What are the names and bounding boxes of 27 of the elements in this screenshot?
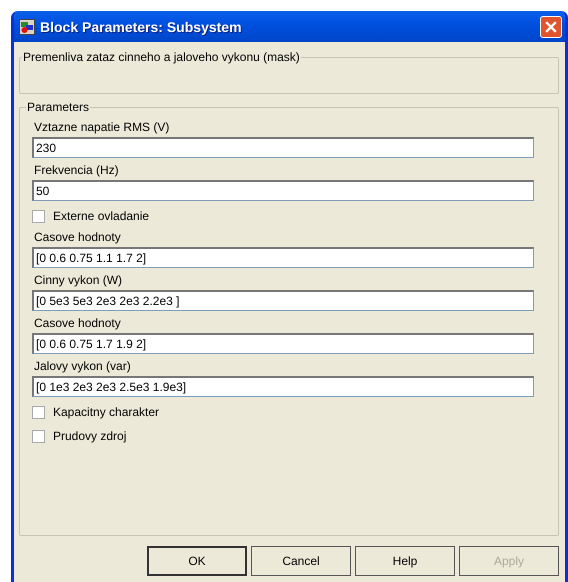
input-field[interactable]: 230: [32, 137, 534, 158]
checkbox[interactable]: [32, 430, 45, 442]
dialog-button[interactable]: Cancel: [251, 546, 351, 576]
field-label: Jalovy vykon (var): [34, 359, 132, 373]
close-icon: [545, 20, 557, 32]
checkbox[interactable]: [32, 406, 45, 418]
window-title: Block Parameters: Subsystem: [40, 18, 243, 34]
field-label: Cinny vykon (W): [34, 273, 124, 287]
close-button[interactable]: [540, 16, 562, 38]
input-field[interactable]: 50: [32, 180, 534, 201]
input-field[interactable]: [0 1e3 2e3 2e3 2.5e3 1.9e3]: [32, 376, 534, 397]
input-field[interactable]: [0 0.6 0.75 1.1 1.7 2]: [32, 247, 534, 268]
checkbox[interactable]: [32, 210, 45, 222]
field-label: Casove hodnoty: [34, 316, 122, 330]
parameters-title: Parameters: [26, 100, 90, 114]
checkbox-label: Externe ovladanie: [53, 209, 150, 223]
input-field[interactable]: [0 5e3 5e3 2e3 2e3 2.2e3 ]: [32, 290, 534, 311]
input-field[interactable]: [0 0.6 0.75 1.7 1.9 2]: [32, 333, 534, 354]
dialog-button[interactable]: OK: [147, 546, 247, 576]
field-label: Casove hodnoty: [34, 230, 122, 244]
field-label: Vztazne napatie RMS (V): [34, 120, 170, 134]
checkbox-label: Kapacitny charakter: [53, 405, 160, 419]
description-title: Premenliva zataz cinneho a jaloveho vykonu (mask): [22, 50, 301, 64]
block-diagram-icon: [19, 18, 35, 34]
checkbox-label: Prudovy zdroj: [53, 429, 126, 443]
field-label: Frekvencia (Hz): [34, 163, 120, 177]
dialog-button[interactable]: Help: [355, 546, 455, 576]
